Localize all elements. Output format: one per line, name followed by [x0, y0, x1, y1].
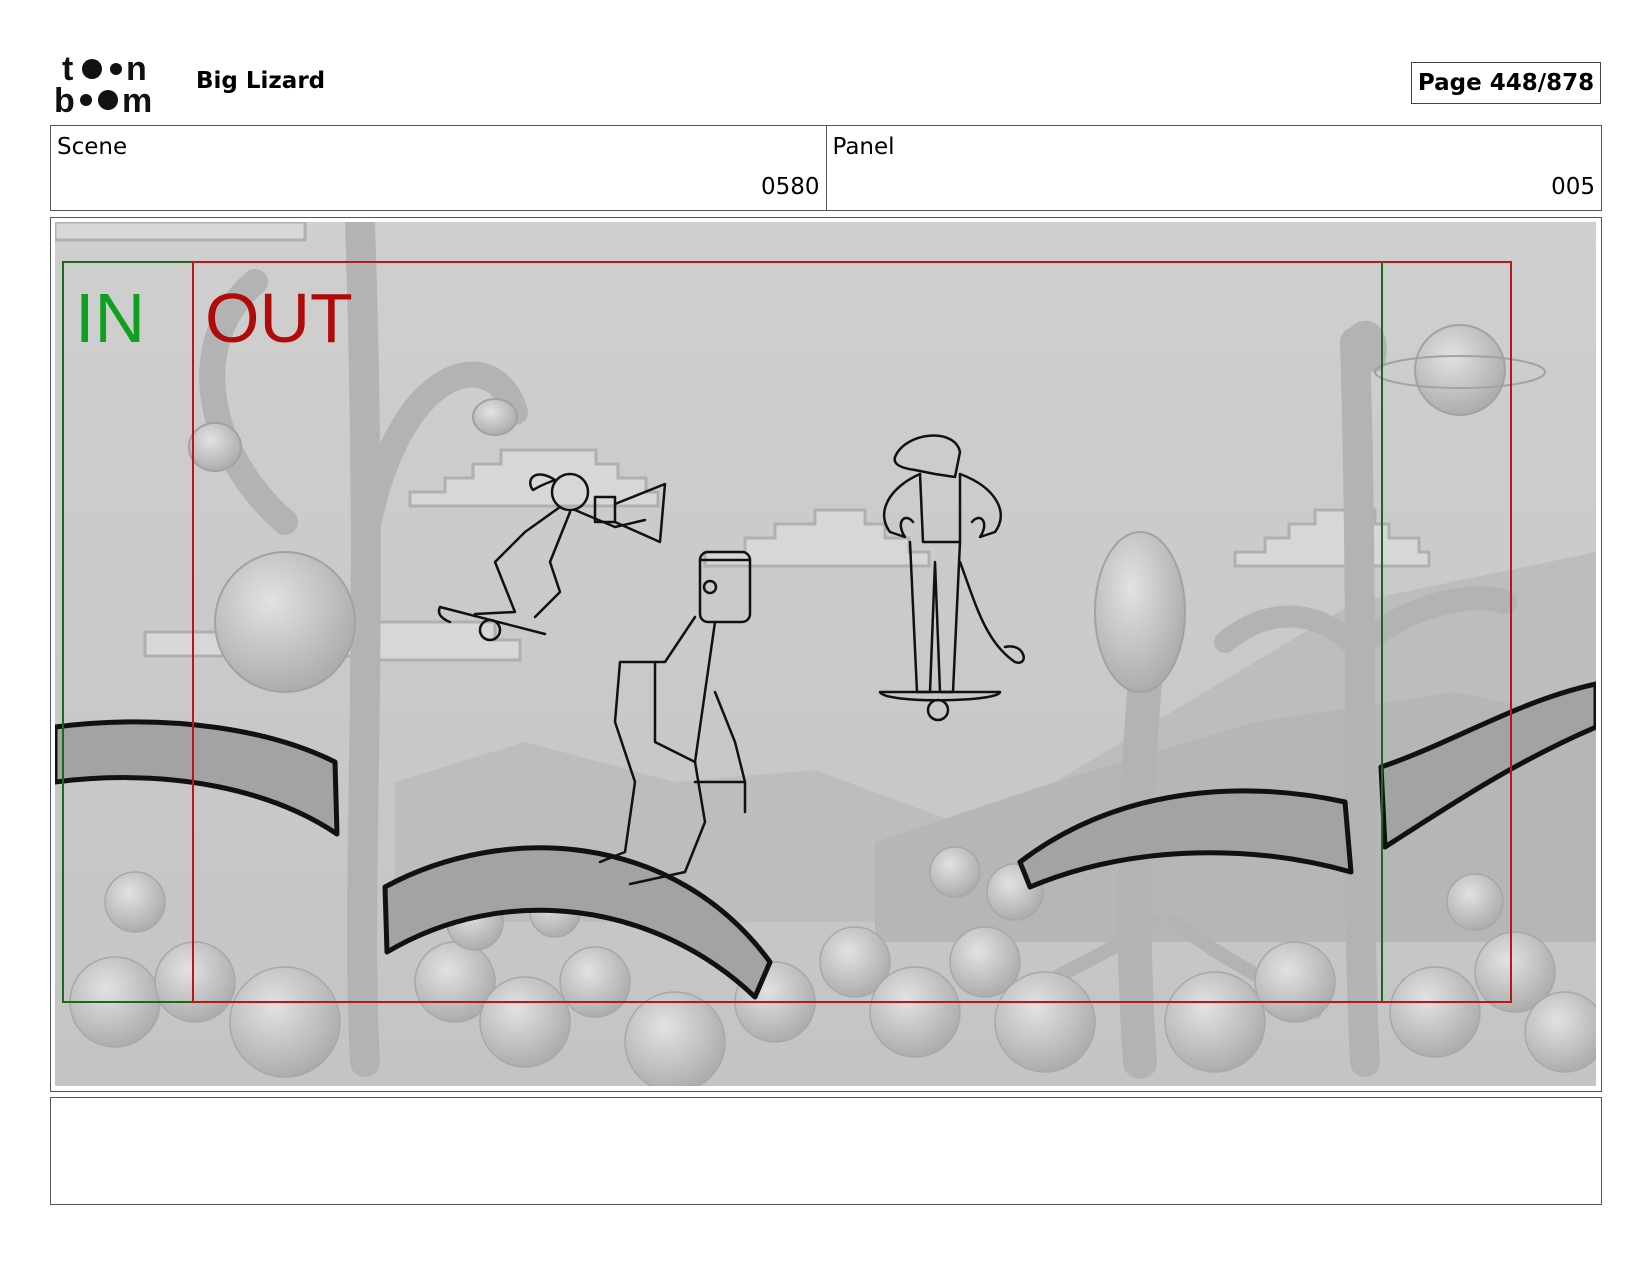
scene-label: Scene: [57, 134, 128, 160]
panel-drawing: IN OUT: [55, 222, 1596, 1086]
project-title: Big Lizard: [196, 68, 326, 94]
scene-panel-info: Scene 0580 Panel 005: [50, 125, 1602, 211]
toon-boom-logo: t n b m: [54, 52, 152, 114]
page-number: Page 448/878: [1411, 62, 1601, 104]
notes-area: [50, 1097, 1602, 1205]
storyboard-panel: IN OUT: [50, 217, 1602, 1092]
out-label: OUT: [205, 279, 353, 357]
panel-number: 005: [1551, 174, 1595, 200]
panel-label: Panel: [832, 134, 895, 160]
svg-text:m: m: [122, 82, 152, 114]
svg-text:b: b: [54, 82, 75, 114]
in-label: IN: [75, 279, 145, 357]
scene-cell: Scene 0580: [51, 126, 826, 210]
scene-number: 0580: [760, 174, 820, 200]
panel-cell: Panel 005: [825, 126, 1602, 210]
